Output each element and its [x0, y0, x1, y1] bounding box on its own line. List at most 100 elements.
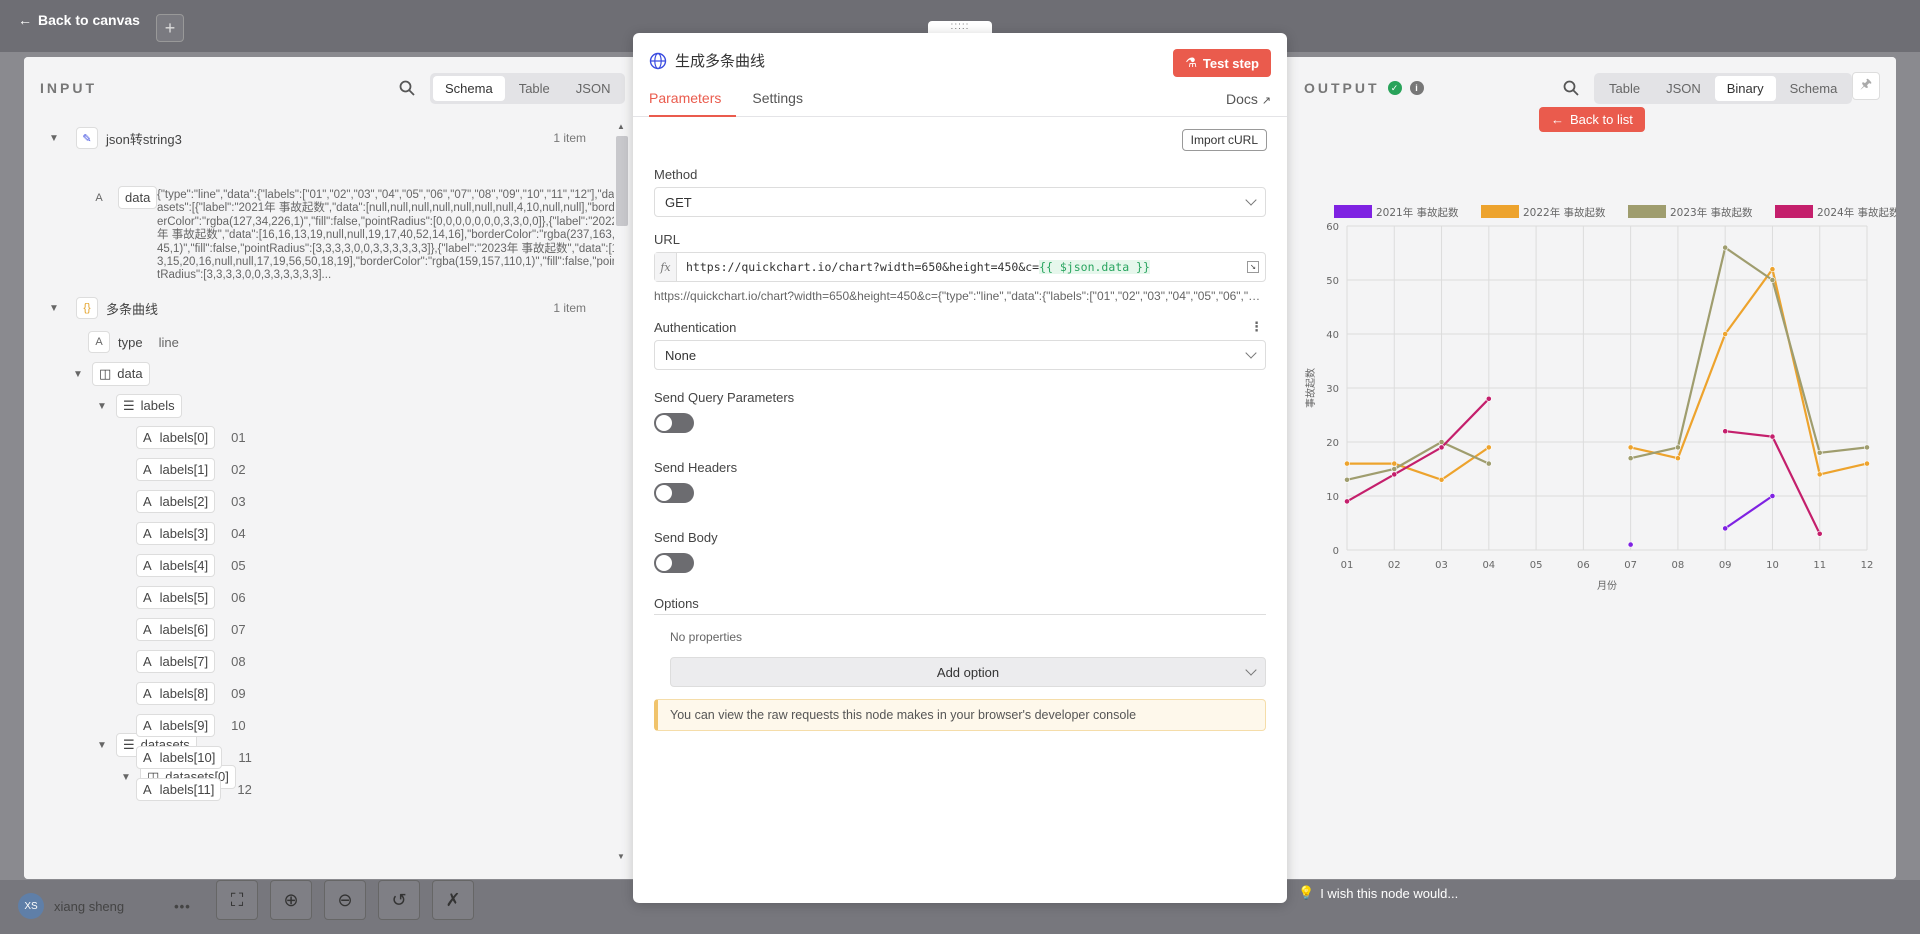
field-labels[interactable]: ▼ ☰ labels	[96, 394, 182, 418]
reset-zoom-icon[interactable]: ↺	[378, 880, 420, 920]
data-point	[1722, 331, 1729, 337]
field-key: labels[9]	[159, 718, 209, 733]
zoom-in-icon[interactable]: ⊕	[270, 880, 312, 920]
tab-json[interactable]: JSON	[564, 76, 623, 101]
x-tick-label: 10	[1766, 560, 1779, 571]
tab-table[interactable]: Table	[507, 76, 562, 101]
arrow-left-icon: ←	[18, 12, 32, 28]
send-query-toggle[interactable]	[654, 413, 694, 433]
docs-label: Docs	[1225, 91, 1258, 107]
test-step-button[interactable]: ⚗ Test step	[1173, 49, 1271, 77]
tab-settings[interactable]: Settings	[752, 90, 803, 117]
label-item: Alabels[11] 12	[136, 778, 252, 801]
chevron-down-icon[interactable]: ▼	[48, 303, 60, 314]
tree-node-json-string3[interactable]: ▼ ✎ json转string3	[48, 127, 182, 149]
field-data: A data	[88, 186, 158, 209]
user-menu[interactable]: XS xiang sheng •••	[18, 893, 191, 919]
key-chip: Alabels[11]	[136, 778, 222, 801]
add-node-button[interactable]: +	[156, 14, 184, 42]
divider	[654, 614, 1266, 615]
url-label: URL	[654, 232, 681, 247]
tab-schema[interactable]: Schema	[433, 76, 505, 101]
auth-select[interactable]: None	[654, 340, 1266, 370]
expand-icon[interactable]: ↘	[1247, 261, 1259, 273]
x-tick-label: 08	[1672, 560, 1685, 571]
list-icon: ☰	[123, 398, 135, 413]
data-point	[1769, 433, 1776, 440]
scroll-thumb[interactable]	[616, 136, 628, 226]
zoom-out-icon[interactable]: ⊖	[324, 880, 366, 920]
key-chip: Alabels[5]	[136, 586, 216, 609]
data-point	[1485, 460, 1492, 467]
chevron-down-icon[interactable]: ▼	[96, 740, 108, 751]
back-to-list-label: Back to list	[1570, 112, 1633, 127]
info-icon[interactable]: i	[1409, 81, 1424, 95]
fit-view-icon[interactable]: ⛶	[216, 880, 258, 920]
method-select[interactable]: GET	[654, 187, 1266, 217]
field-value: 03	[231, 494, 246, 509]
field-value: 07	[231, 622, 246, 637]
field-key: labels[8]	[159, 686, 209, 701]
tab-binary[interactable]: Binary	[1714, 76, 1776, 101]
key-chip: Alabels[7]	[136, 650, 216, 673]
send-body-toggle[interactable]	[654, 553, 694, 573]
tab-schema[interactable]: Schema	[1778, 76, 1850, 101]
schema-tree: ▼ ✎ json转string3 1 item A data {"type":"…	[24, 119, 614, 879]
series-line	[1724, 495, 1774, 530]
clear-execution-icon[interactable]: ✗	[432, 880, 474, 920]
user-name: xiang sheng	[54, 898, 125, 914]
chevron-down-icon[interactable]: ▼	[120, 772, 132, 783]
search-icon[interactable]	[1563, 80, 1579, 96]
key-chip: Alabels[6]	[136, 618, 216, 641]
url-expression: {{ $json.data }}	[1039, 260, 1150, 274]
label-item: Alabels[8] 09	[136, 682, 246, 705]
chevron-down-icon[interactable]: ▼	[48, 133, 60, 144]
feedback-link[interactable]: 💡 I wish this node would...	[1298, 885, 1458, 901]
back-to-list-button[interactable]: ← Back to list	[1539, 107, 1645, 132]
add-option-button[interactable]: Add option	[670, 657, 1266, 687]
back-to-canvas-button[interactable]: ← Back to canvas	[18, 12, 140, 28]
y-tick-label: 0	[1333, 546, 1339, 557]
string-type-icon: A	[88, 331, 110, 353]
field-value: 11	[238, 750, 252, 765]
pin-icon[interactable]: 🖈	[1852, 72, 1880, 100]
node-title[interactable]: 生成多条曲线	[675, 50, 765, 71]
label-item: Alabels[3] 04	[136, 522, 246, 545]
options-label: Options	[654, 596, 699, 611]
field-value: 01	[231, 430, 246, 445]
chevron-down-icon[interactable]: ▼	[72, 369, 84, 380]
docs-link[interactable]: Docs ↗	[1226, 91, 1271, 107]
chevron-down-icon[interactable]: ▼	[96, 401, 108, 412]
field-key: data	[117, 366, 143, 381]
input-scrollbar[interactable]: ▲ ▼	[614, 122, 628, 862]
legend-swatch	[1775, 205, 1813, 218]
send-headers-toggle[interactable]	[654, 483, 694, 503]
method-value: GET	[665, 195, 692, 210]
import-curl-button[interactable]: Import cURL	[1181, 129, 1267, 151]
field-data-object[interactable]: ▼ ◫ data	[72, 362, 150, 386]
x-tick-label: 03	[1435, 560, 1448, 571]
label-item: Alabels[7] 08	[136, 650, 246, 673]
tab-json[interactable]: JSON	[1654, 76, 1713, 101]
field-value: 06	[231, 590, 246, 605]
legend-label: 2023年 事故起数	[1670, 206, 1753, 219]
data-point	[1769, 493, 1776, 499]
braces-icon: {}	[76, 297, 98, 319]
input-panel: INPUT Schema Table JSON ▼ ✎ json转string3…	[24, 57, 634, 879]
y-axis-label: 事故起数	[1304, 368, 1317, 408]
data-point	[1675, 455, 1681, 462]
more-icon[interactable]: •••	[174, 899, 191, 914]
field-key: labels[5]	[159, 590, 209, 605]
key-chip: Alabels[4]	[136, 554, 216, 577]
search-icon[interactable]	[399, 80, 415, 96]
field-value: 02	[231, 462, 246, 477]
field-key: labels[10]	[159, 750, 216, 765]
legend-label: 2021年 事故起数	[1376, 206, 1459, 219]
field-value: 05	[231, 558, 246, 573]
options-kebab-icon[interactable]: ⋮	[1250, 319, 1263, 335]
tab-table[interactable]: Table	[1597, 76, 1652, 101]
string-type-icon: A	[143, 782, 152, 797]
url-input[interactable]: fx https://quickchart.io/chart?width=650…	[654, 252, 1266, 282]
tree-node-multi-curve[interactable]: ▼ {} 多条曲线	[48, 297, 158, 319]
tab-parameters[interactable]: Parameters	[649, 90, 737, 117]
